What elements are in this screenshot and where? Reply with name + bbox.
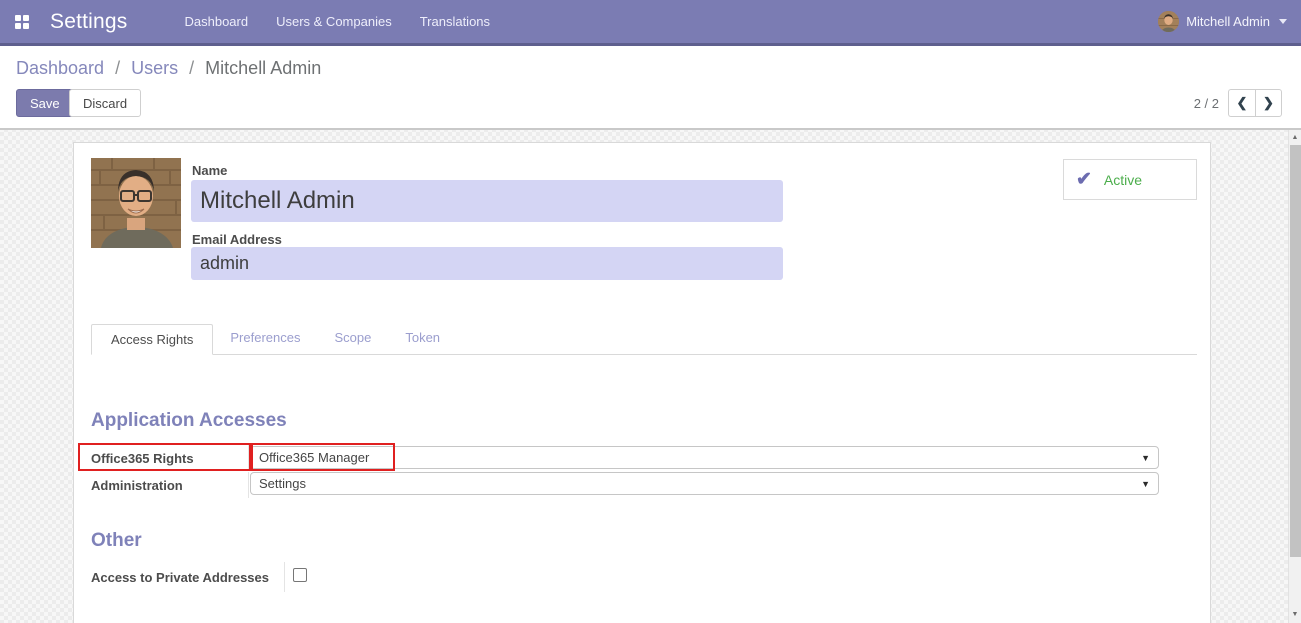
email-input[interactable]: admin (191, 247, 783, 280)
administration-label-cell: Administration (79, 472, 249, 498)
breadcrumb-separator: / (115, 58, 120, 78)
private-addresses-label: Access to Private Addresses (91, 570, 269, 585)
nav-item-translations[interactable]: Translations (420, 0, 490, 43)
form-sheet: Name Mitchell Admin Email Address admin … (73, 142, 1211, 623)
apps-grid-icon[interactable] (15, 15, 29, 29)
save-button[interactable]: Save (16, 89, 74, 117)
chevron-down-icon (1279, 19, 1287, 24)
tab-access-rights[interactable]: Access Rights (91, 324, 213, 355)
active-stat-label: Active (1104, 172, 1142, 188)
administration-value: Settings (259, 476, 306, 491)
private-addresses-checkbox[interactable] (293, 568, 307, 582)
notebook-tabs: Access Rights Preferences Scope Token (91, 324, 1197, 355)
app-title: Settings (50, 10, 127, 34)
top-navbar: Settings Dashboard Users & Companies Tra… (0, 0, 1301, 46)
user-menu-label: Mitchell Admin (1186, 14, 1270, 29)
breadcrumb-current: Mitchell Admin (205, 58, 321, 78)
user-menu[interactable]: Mitchell Admin (1158, 0, 1287, 43)
dropdown-arrow-icon: ▼ (1141, 479, 1150, 489)
control-panel: Dashboard / Users / Mitchell Admin Save … (0, 46, 1301, 130)
nav-item-users-companies[interactable]: Users & Companies (276, 0, 392, 43)
office365-rights-label-cell: Office365 Rights (79, 445, 249, 471)
navbar-avatar (1158, 11, 1179, 32)
pager-previous-button[interactable]: ❮ (1228, 89, 1255, 117)
administration-label: Administration (91, 478, 183, 493)
email-field-label: Email Address (192, 232, 282, 247)
name-input[interactable]: Mitchell Admin (191, 180, 783, 222)
nav-item-dashboard[interactable]: Dashboard (184, 0, 248, 43)
breadcrumb: Dashboard / Users / Mitchell Admin (16, 58, 321, 79)
pager: 2 / 2 ❮ ❯ (1194, 89, 1282, 117)
chevron-right-icon: ❯ (1263, 95, 1274, 111)
tab-scope[interactable]: Scope (317, 323, 388, 354)
check-icon: ✔ (1076, 170, 1092, 189)
nav-menu: Dashboard Users & Companies Translations (184, 0, 490, 43)
discard-button[interactable]: Discard (69, 89, 141, 117)
user-photo[interactable] (91, 158, 181, 248)
name-field-label: Name (192, 163, 227, 178)
tab-token[interactable]: Token (388, 323, 457, 354)
dropdown-arrow-icon: ▼ (1141, 453, 1150, 463)
active-stat-button[interactable]: ✔ Active (1063, 159, 1197, 200)
vertical-scrollbar[interactable]: ▲ ▼ (1288, 130, 1301, 623)
breadcrumb-separator: / (189, 58, 194, 78)
breadcrumb-dashboard[interactable]: Dashboard (16, 58, 104, 78)
scroll-up-icon[interactable]: ▲ (1289, 134, 1301, 141)
private-addresses-label-cell: Access to Private Addresses (79, 562, 285, 592)
pager-count: 2 / 2 (1194, 96, 1219, 111)
office365-rights-label: Office365 Rights (91, 451, 194, 466)
pager-next-button[interactable]: ❯ (1255, 89, 1282, 117)
breadcrumb-users[interactable]: Users (131, 58, 178, 78)
section-title-application-accesses: Application Accesses (91, 410, 287, 432)
section-title-other: Other (91, 530, 142, 552)
office365-rights-select[interactable]: Office365 Manager ▼ (250, 446, 1159, 469)
administration-select[interactable]: Settings ▼ (250, 472, 1159, 495)
chevron-left-icon: ❮ (1237, 95, 1248, 111)
tab-preferences[interactable]: Preferences (213, 323, 317, 354)
office365-rights-value: Office365 Manager (259, 450, 369, 465)
scrollbar-thumb[interactable] (1290, 145, 1301, 557)
scroll-down-icon[interactable]: ▼ (1289, 611, 1301, 618)
